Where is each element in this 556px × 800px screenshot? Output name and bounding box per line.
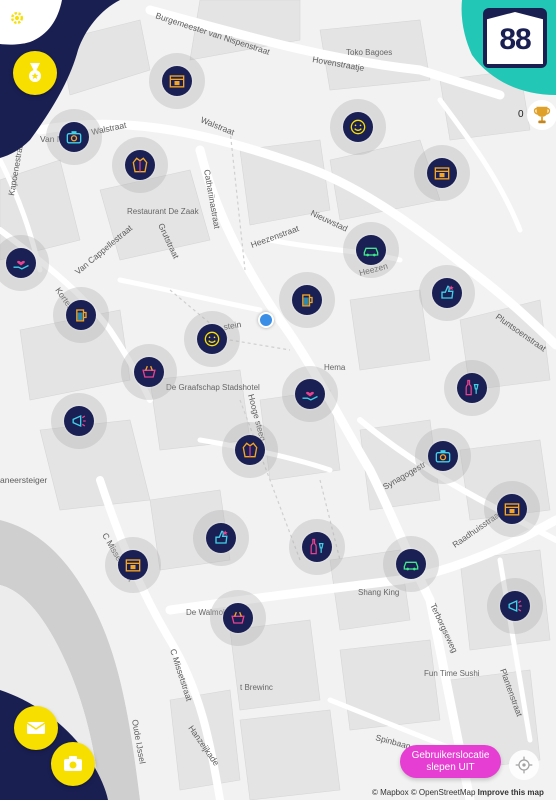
jacket-icon xyxy=(242,442,258,458)
map-marker[interactable] xyxy=(279,272,335,328)
car-icon xyxy=(363,247,379,257)
car-icon xyxy=(403,561,419,571)
drag-button-line1: Gebruikerslocatie xyxy=(411,749,490,761)
street-label: aneersteiger xyxy=(0,475,47,485)
gear-icon[interactable] xyxy=(9,10,25,26)
medal-button[interactable] xyxy=(13,51,57,95)
camera-button[interactable] xyxy=(51,742,95,786)
logo-text: 88 xyxy=(499,23,531,56)
map-marker[interactable] xyxy=(383,536,439,592)
map-marker[interactable] xyxy=(343,222,399,278)
map-marker[interactable] xyxy=(444,360,500,416)
improve-map-link[interactable]: Improve this map xyxy=(478,788,544,797)
poi-label: t Brewinc xyxy=(240,683,273,692)
poi-label: Hema xyxy=(324,363,346,372)
map-marker[interactable] xyxy=(415,428,471,484)
map-marker[interactable] xyxy=(149,53,205,109)
map-marker[interactable] xyxy=(51,393,107,449)
medal-icon xyxy=(29,63,41,82)
jacket-icon xyxy=(132,157,148,173)
map-marker[interactable] xyxy=(184,311,240,367)
map-marker[interactable] xyxy=(222,422,278,478)
map-attribution: © Mapbox © OpenStreetMap Improve this ma… xyxy=(372,788,544,797)
megaphone-icon xyxy=(508,599,522,613)
trophy-button[interactable] xyxy=(527,100,556,130)
wine-bottle-icon xyxy=(310,538,324,555)
poi-label: Fun Time Sushi xyxy=(424,669,480,678)
map-marker[interactable] xyxy=(105,537,161,593)
restaurant-icon xyxy=(231,611,245,624)
beer-glass-icon xyxy=(76,309,87,322)
locate-button[interactable] xyxy=(509,750,539,780)
trophy-icon xyxy=(533,106,551,124)
camera-icon xyxy=(66,131,82,144)
app-logo: 88 xyxy=(483,8,547,68)
shop-box-icon xyxy=(169,75,185,88)
locate-icon xyxy=(515,756,533,774)
poi-label: Restaurant De Zaak xyxy=(127,207,200,216)
megaphone-icon xyxy=(72,414,86,428)
map-marker[interactable] xyxy=(112,137,168,193)
hand-heart-icon xyxy=(13,260,29,270)
map-marker[interactable] xyxy=(330,99,386,155)
poi-label: Shang King xyxy=(358,588,399,597)
mail-icon xyxy=(26,722,46,734)
map-marker[interactable] xyxy=(46,109,102,165)
map-marker[interactable] xyxy=(414,145,470,201)
mapbox-attribution[interactable]: © Mapbox xyxy=(372,788,409,797)
map-marker[interactable] xyxy=(193,510,249,566)
map-marker[interactable] xyxy=(289,519,345,575)
user-location-dot xyxy=(258,312,274,328)
score-value: 0 xyxy=(518,109,524,120)
map-marker[interactable] xyxy=(484,481,540,537)
map-marker[interactable] xyxy=(487,578,543,634)
drag-user-location-button[interactable]: Gebruikerslocatie slepen UIT xyxy=(400,745,501,778)
shop-box-icon xyxy=(504,503,520,516)
smiley-icon xyxy=(350,119,366,135)
hand-heart-icon xyxy=(302,391,318,401)
thumbs-up-icon xyxy=(441,285,454,299)
map-marker[interactable] xyxy=(419,265,475,321)
camera-icon xyxy=(435,450,451,463)
drag-button-line2: slepen UIT xyxy=(426,761,475,773)
shop-box-icon xyxy=(434,167,450,180)
mail-button[interactable] xyxy=(14,706,58,750)
poi-label: Toko Bagoes xyxy=(346,48,392,57)
beer-glass-icon xyxy=(302,294,313,307)
camera-icon xyxy=(64,756,82,771)
shop-box-icon xyxy=(125,559,141,572)
restaurant-icon xyxy=(142,365,156,378)
map-marker[interactable] xyxy=(210,590,266,646)
osm-attribution[interactable]: © OpenStreetMap xyxy=(411,788,476,797)
map-marker[interactable] xyxy=(121,344,177,400)
wine-bottle-icon xyxy=(465,379,479,396)
poi-label: De Graafschap Stadshotel xyxy=(166,383,260,392)
smiley-icon xyxy=(204,331,220,347)
thumbs-up-icon xyxy=(215,530,228,544)
map-marker[interactable] xyxy=(282,366,338,422)
map-marker[interactable] xyxy=(53,287,109,343)
